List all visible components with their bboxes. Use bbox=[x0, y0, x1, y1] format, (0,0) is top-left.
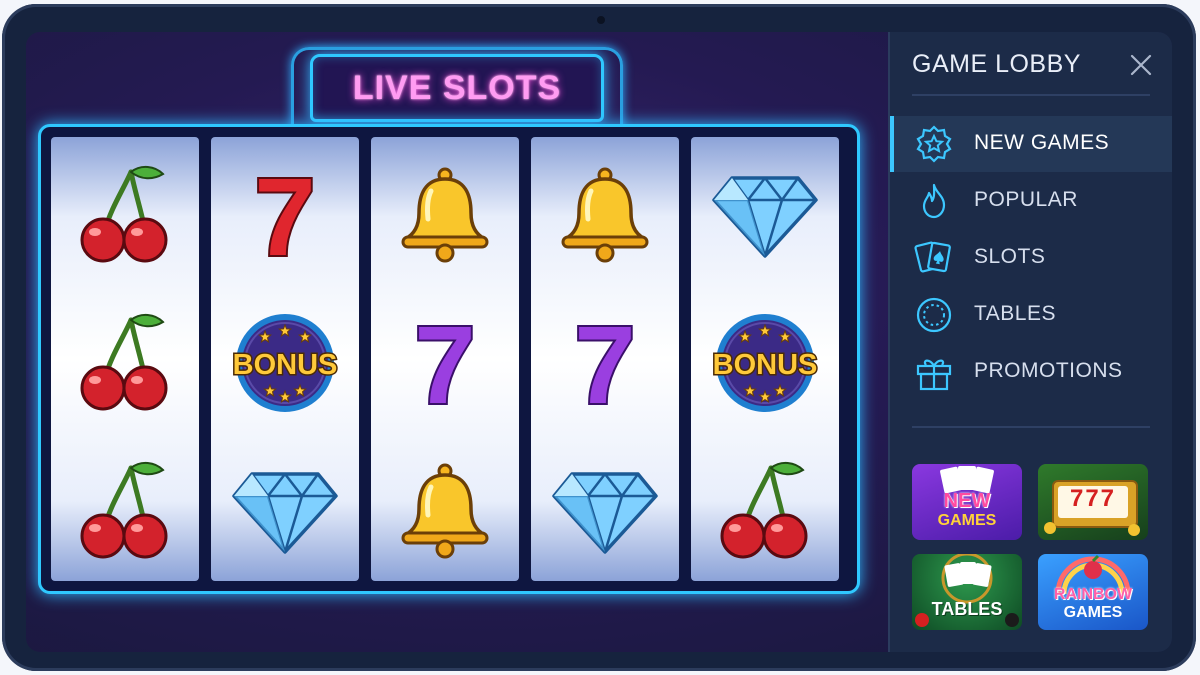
tile-tables[interactable]: TABLES bbox=[912, 554, 1022, 630]
menu-item-slots[interactable]: SLOTS bbox=[890, 230, 1172, 286]
svg-text:BONUS: BONUS bbox=[233, 349, 338, 381]
diamond-symbol bbox=[531, 441, 679, 581]
tile-label: RAINBOW bbox=[1053, 586, 1133, 603]
menu-label: PROMOTIONS bbox=[974, 359, 1123, 382]
diamond-symbol bbox=[211, 441, 359, 581]
screen: LIVE SLOTS 7 BONUS 7 7 BONUS GAME LOBBY NEW … bbox=[26, 32, 1172, 652]
gift-icon bbox=[912, 352, 956, 392]
tile-label: NEW bbox=[943, 490, 991, 512]
cherry-symbol bbox=[691, 441, 839, 581]
tile-label: GAMES bbox=[937, 512, 997, 529]
reel-2: 7 BONUS bbox=[211, 137, 359, 581]
menu-item-popular[interactable]: POPULAR bbox=[890, 173, 1172, 229]
tile-label: 777 bbox=[1069, 485, 1117, 512]
bonus-symbol: BONUS bbox=[691, 293, 839, 433]
menu-label: TABLES bbox=[974, 302, 1056, 325]
menu-item-tables[interactable]: TABLES bbox=[890, 287, 1172, 343]
menu-item-new-games[interactable]: NEW GAMES bbox=[890, 116, 1172, 172]
reel-4: 7 bbox=[531, 137, 679, 581]
game-lobby-panel: GAME LOBBY NEW GAMES POPULAR SLOTS TABLE… bbox=[888, 32, 1172, 652]
cards-icon bbox=[912, 238, 956, 278]
roulette-icon bbox=[912, 295, 956, 335]
menu-item-promotions[interactable]: PROMOTIONS bbox=[890, 344, 1172, 400]
seven-purple-symbol: 7 bbox=[531, 293, 679, 433]
svg-text:7: 7 bbox=[254, 165, 315, 265]
tile-label: TABLES bbox=[931, 599, 1003, 619]
diamond-symbol bbox=[691, 145, 839, 285]
cherry-symbol bbox=[51, 293, 199, 433]
reel-3: 7 bbox=[371, 137, 519, 581]
menu-label: NEW GAMES bbox=[974, 131, 1110, 154]
slots-title: LIVE SLOTS bbox=[352, 69, 562, 107]
slots-title-banner: LIVE SLOTS bbox=[274, 47, 634, 136]
divider bbox=[912, 426, 1150, 428]
seven-red-symbol: 7 bbox=[211, 145, 359, 285]
lobby-title: GAME LOBBY bbox=[912, 50, 1081, 78]
star-badge-icon bbox=[912, 124, 956, 164]
svg-text:7: 7 bbox=[414, 313, 475, 413]
tile-new-games[interactable]: NEW GAMES bbox=[912, 464, 1022, 540]
cherry-symbol bbox=[51, 441, 199, 581]
svg-text:7: 7 bbox=[574, 313, 635, 413]
tile-rainbow-games[interactable]: RAINBOW GAMES bbox=[1038, 554, 1148, 630]
divider bbox=[912, 94, 1150, 96]
svg-text:BONUS: BONUS bbox=[713, 349, 818, 381]
reel-5: BONUS bbox=[691, 137, 839, 581]
seven-purple-symbol: 7 bbox=[371, 293, 519, 433]
flame-icon bbox=[912, 181, 956, 221]
reel-1 bbox=[51, 137, 199, 581]
bell-symbol bbox=[371, 145, 519, 285]
menu-label: POPULAR bbox=[974, 188, 1078, 211]
tile-label: GAMES bbox=[1063, 604, 1123, 621]
slot-machine-reels[interactable]: 7 BONUS 7 7 BONUS bbox=[38, 124, 860, 594]
tablet-frame: LIVE SLOTS 7 BONUS 7 7 BONUS GAME LOBBY NEW … bbox=[2, 4, 1196, 671]
camera-dot bbox=[597, 16, 605, 24]
tile-777[interactable]: 777 bbox=[1038, 464, 1148, 540]
bell-symbol bbox=[531, 145, 679, 285]
cherry-symbol bbox=[51, 145, 199, 285]
menu-label: SLOTS bbox=[974, 245, 1046, 268]
bell-symbol bbox=[371, 441, 519, 581]
bonus-symbol: BONUS bbox=[211, 293, 359, 433]
close-icon[interactable] bbox=[1126, 50, 1156, 80]
